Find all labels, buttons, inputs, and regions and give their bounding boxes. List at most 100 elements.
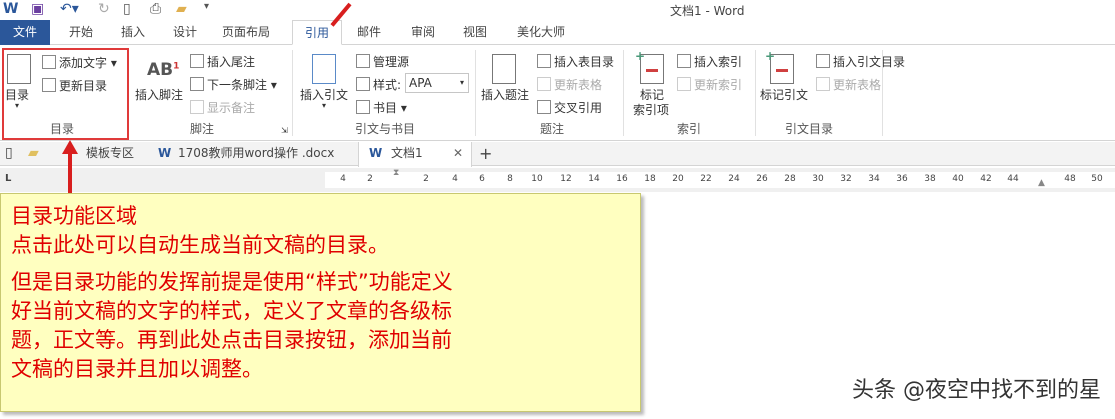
insert-index-button[interactable]: 插入索引 — [677, 53, 742, 70]
insert-endnote-button[interactable]: 插入尾注 — [190, 53, 255, 70]
update-table-button[interactable]: 更新表格 — [537, 76, 602, 93]
ruler-number: 42 — [980, 174, 992, 184]
new-doc-icon[interactable]: ▯ — [123, 1, 131, 17]
add-tab-icon[interactable]: + — [479, 142, 492, 166]
ruler-number: 48 — [1064, 174, 1076, 184]
ruler-number: 8 — [507, 174, 513, 184]
cross-reference-label: 交叉引用 — [554, 101, 603, 115]
document-tabs: ▯ ▰ 模板专区 W 1708教师用word操作 .docx W 文档1 ✕ + — [0, 142, 1115, 167]
ribbon-tabs: 文件 开始 插入 设计 页面布局 引用 邮件 审阅 视图 美化大师 — [0, 20, 1115, 45]
citation-style-select[interactable]: APA ▾ — [405, 73, 469, 93]
indent-marker[interactable]: ⧗ — [393, 168, 399, 178]
ruler-number: 50 — [1091, 174, 1103, 184]
watermark: 头条 @夜空中找不到的星 — [852, 378, 1101, 403]
mark-entry-button-line2[interactable]: 索引项 — [633, 101, 669, 118]
new-doc-icon[interactable]: ▯ — [5, 142, 13, 166]
open-folder-icon[interactable]: ▰ — [176, 1, 187, 17]
next-footnote-label: 下一条脚注 — [207, 78, 268, 92]
insert-toa-icon — [816, 54, 830, 68]
manage-sources-icon — [356, 54, 370, 68]
ruler-number: 20 — [672, 174, 684, 184]
bibliography-label: 书目 — [373, 101, 398, 115]
insert-endnote-label: 插入尾注 — [207, 55, 256, 69]
annotation-note: 目录功能区域 点击此处可以自动生成当前文稿的目录。 但是目录功能的发挥前提是使用… — [0, 193, 641, 412]
undo-icon[interactable]: ↶▾ — [60, 1, 79, 17]
separator — [475, 50, 476, 136]
close-icon[interactable]: ✕ — [453, 142, 463, 165]
cross-reference-icon — [537, 100, 551, 114]
arrow-head — [62, 140, 78, 154]
print-preview-icon[interactable]: ⎙ — [150, 1, 161, 17]
annotation-arrow-up — [68, 150, 72, 195]
table-of-figures-label: 插入表目录 — [554, 55, 615, 69]
bibliography-button[interactable]: 书目 ▾ — [356, 99, 407, 116]
chevron-down-icon: ▾ — [322, 101, 327, 110]
redo-icon[interactable]: ↻ — [98, 1, 110, 17]
update-index-button[interactable]: 更新索引 — [677, 76, 742, 93]
note-line: 题，正文等。再到此处点击目录按钮，添加当前 — [11, 328, 452, 352]
ruler-number: 44 — [1007, 174, 1019, 184]
plus-icon: + — [765, 49, 776, 63]
ruler-number: 24 — [728, 174, 740, 184]
tab-review[interactable]: 审阅 — [400, 20, 446, 45]
group-label-citation: 引文与书目 — [355, 122, 416, 136]
ruler: L 4 2 2 4 6 8 10 12 14 16 18 20 22 24 26 28 30 32 34 36 38 40… — [0, 168, 1115, 192]
insert-footnote-button[interactable]: 插入脚注 — [135, 86, 183, 103]
tab-insert[interactable]: 插入 — [110, 20, 156, 45]
update-table-label: 更新表格 — [554, 78, 603, 92]
separator — [755, 50, 756, 136]
tab-view[interactable]: 视图 — [452, 20, 498, 45]
insert-toa-button[interactable]: 插入引文目录 — [816, 53, 905, 70]
cross-reference-button[interactable]: 交叉引用 — [537, 99, 602, 116]
group-label-footnote: 脚注 — [190, 122, 215, 136]
style-icon — [356, 77, 370, 91]
style-label-wrap: 样式: — [356, 76, 401, 93]
footnote-icon: AB1 — [147, 60, 180, 80]
separator — [882, 50, 883, 136]
note-line: 好当前文稿的文字的样式，定义了文章的各级标 — [11, 299, 452, 323]
ruler-number: 40 — [952, 174, 964, 184]
folder-icon[interactable]: ▰ — [28, 142, 39, 166]
insert-caption-button[interactable]: 插入题注 — [481, 86, 529, 103]
ruler-number: 32 — [840, 174, 852, 184]
tab-home[interactable]: 开始 — [58, 20, 104, 45]
ruler-number: 30 — [812, 174, 824, 184]
mark-entry-icon: + — [635, 49, 664, 84]
next-footnote-button[interactable]: 下一条脚注 ▾ — [190, 76, 277, 93]
tab-beautify[interactable]: 美化大师 — [506, 20, 576, 45]
insert-table-of-figures-button[interactable]: 插入表目录 — [537, 53, 614, 70]
doc-tab-templates[interactable]: 模板专区 — [86, 142, 134, 166]
show-notes-icon — [190, 100, 204, 114]
endnote-icon — [190, 54, 204, 68]
show-notes-label: 显示备注 — [207, 101, 256, 115]
tab-file[interactable]: 文件 — [0, 20, 50, 45]
tab-mailings[interactable]: 邮件 — [346, 20, 392, 45]
ruler-number: 28 — [784, 174, 796, 184]
save-icon[interactable]: ▣ — [31, 1, 44, 17]
manage-sources-button[interactable]: 管理源 — [356, 53, 409, 70]
customize-icon[interactable]: ▾ — [204, 1, 209, 12]
ruler-number: 18 — [644, 174, 656, 184]
group-label-toa: 引文目录 — [785, 122, 834, 136]
insert-caption-icon — [492, 54, 516, 84]
tab-design[interactable]: 设计 — [162, 20, 208, 45]
dialog-launcher-icon[interactable]: ⇲ — [281, 126, 288, 135]
bibliography-icon — [356, 100, 370, 114]
tab-layout[interactable]: 页面布局 — [212, 20, 280, 45]
ruler-number: 14 — [588, 174, 600, 184]
tab-stop-selector[interactable]: L — [5, 173, 11, 184]
doc-tab-teacher-doc[interactable]: 1708教师用word操作 .docx — [178, 142, 334, 166]
table-of-figures-icon — [537, 54, 551, 68]
style-label: 样式: — [373, 78, 402, 92]
right-indent-marker[interactable]: ▲ — [1038, 178, 1045, 188]
doc-tab-active[interactable]: W 文档1 ✕ — [358, 142, 472, 167]
update-toa-button[interactable]: 更新表格 — [816, 76, 881, 93]
ruler-number: 16 — [616, 174, 628, 184]
mark-citation-button[interactable]: 标记引文 — [760, 86, 808, 103]
mark-citation-icon: + — [765, 49, 794, 84]
minus-icon — [646, 69, 658, 72]
ruler-number: 10 — [531, 174, 543, 184]
ruler-page-area — [325, 172, 1115, 188]
update-icon — [816, 77, 830, 91]
show-notes-button[interactable]: 显示备注 — [190, 99, 255, 116]
